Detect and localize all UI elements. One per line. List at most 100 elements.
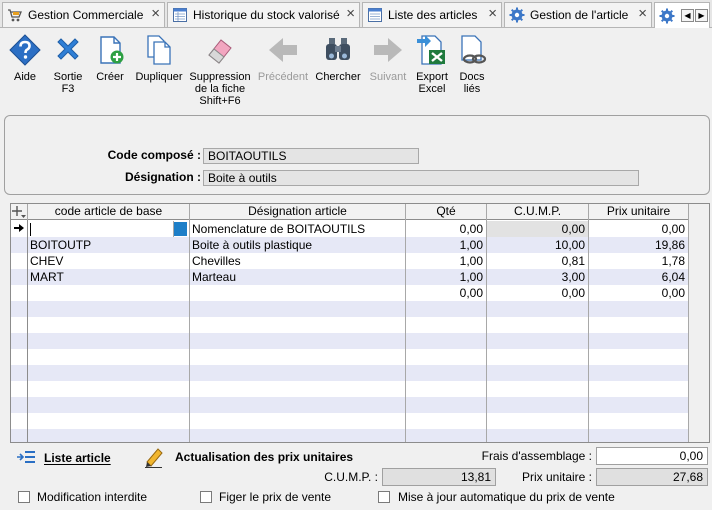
grid-header: code article de base Désignation article… (11, 204, 709, 220)
empty-row[interactable] (11, 317, 709, 333)
modification-interdite-checkbox[interactable] (18, 491, 30, 503)
empty-row[interactable] (11, 301, 709, 317)
tab-scroll-left-icon[interactable]: ◀ (681, 9, 694, 22)
cell-prix[interactable]: 1,78 (589, 253, 689, 269)
cell-prix[interactable]: 0,00 (589, 285, 689, 301)
duplicate-icon (147, 35, 171, 65)
maj-auto-prix-checkbox[interactable] (378, 491, 390, 503)
liste-article-link[interactable]: Liste article (44, 451, 111, 465)
empty-row[interactable] (11, 349, 709, 365)
tab-scroll-right-icon[interactable]: ▶ (695, 9, 708, 22)
tab-label: Historique du stock valorisé (193, 8, 340, 22)
cell-code[interactable]: BOITOUTP (28, 237, 190, 253)
figer-prix-checkbox[interactable] (200, 491, 212, 503)
linked-docs-button[interactable]: Docs liés (454, 33, 490, 95)
col-header-qte[interactable]: Qté (406, 204, 487, 220)
tab-liste-articles[interactable]: Liste des articles × (362, 2, 502, 27)
close-icon[interactable]: × (488, 6, 497, 22)
tab-historique-stock[interactable]: Historique du stock valorisé × (167, 2, 360, 27)
cell-designation[interactable]: Chevilles (190, 253, 406, 269)
gear-icon (659, 8, 675, 23)
cell-qte[interactable]: 0,00 (406, 221, 487, 237)
arrow-right-icon (374, 38, 402, 62)
current-row-arrow-icon (14, 224, 24, 232)
cell-cump[interactable]: 3,00 (487, 269, 589, 285)
cell-code[interactable]: MART (28, 269, 190, 285)
tab-gestion-article[interactable]: Gestion de l'article × (504, 2, 652, 27)
close-icon[interactable]: × (151, 6, 160, 22)
previous-button[interactable]: Précédent (256, 33, 310, 83)
tab-label: Gestion de l'article (530, 8, 629, 22)
cell-cump[interactable]: 10,00 (487, 237, 589, 253)
cump-total-field: 13,81 (382, 468, 496, 486)
grid-options-cell[interactable] (11, 204, 28, 220)
cell-cump[interactable]: 0,81 (487, 253, 589, 269)
cell-qte[interactable]: 1,00 (406, 237, 487, 253)
empty-row[interactable] (11, 397, 709, 413)
designation-field[interactable]: Boite à outils (203, 170, 639, 186)
pencil-icon[interactable] (144, 446, 164, 468)
empty-row[interactable] (11, 365, 709, 381)
cell-code[interactable] (28, 221, 174, 237)
column-divider (486, 220, 487, 442)
binoculars-icon (326, 38, 350, 60)
cell-designation[interactable] (190, 285, 406, 301)
tab-label: Liste des articles (388, 8, 478, 22)
col-header-prix[interactable]: Prix unitaire (589, 204, 689, 220)
figer-prix-label: Figer le prix de vente (219, 490, 332, 504)
list-icon[interactable] (16, 450, 36, 464)
cell-designation[interactable]: Boite à outils plastique (190, 237, 406, 253)
table-row[interactable]: Nomenclature de BOITAOUTILS 0,00 0,00 0,… (11, 221, 709, 237)
actualisation-prix-button[interactable]: Actualisation des prix unitaires (175, 450, 353, 464)
tab-label: Gestion Commerciale (28, 8, 144, 22)
table-row[interactable]: BOITOUTP Boite à outils plastique 1,00 1… (11, 237, 709, 253)
cell-qte[interactable]: 1,00 (406, 253, 487, 269)
cell-lookup-button[interactable] (174, 222, 187, 236)
cell-code[interactable]: CHEV (28, 253, 190, 269)
close-icon[interactable]: × (638, 6, 647, 22)
cell-prix[interactable]: 19,86 (589, 237, 689, 253)
close-icon[interactable]: × (346, 6, 355, 22)
column-divider (27, 220, 28, 442)
cell-cump[interactable]: 0,00 (487, 285, 589, 301)
col-header-code[interactable]: code article de base (28, 204, 190, 220)
empty-row[interactable] (11, 413, 709, 429)
cell-cump[interactable]: 0,00 (487, 221, 589, 237)
cell-prix[interactable]: 0,00 (589, 221, 689, 237)
close-x-icon (57, 38, 79, 60)
code-compose-field[interactable]: BOITAOUTILS (203, 148, 419, 164)
help-button[interactable]: Aide (4, 33, 46, 83)
next-button[interactable]: Suivant (366, 33, 410, 83)
maj-auto-prix-label: Mise à jour automatique du prix de vente (398, 490, 615, 504)
exit-button[interactable]: Sortie F3 (48, 33, 88, 95)
cell-code[interactable] (28, 285, 190, 301)
cell-prix[interactable]: 6,04 (589, 269, 689, 285)
empty-row[interactable] (11, 381, 709, 397)
table-row[interactable]: 0,00 0,00 0,00 (11, 285, 709, 301)
row-indicator (11, 253, 28, 269)
cell-qte[interactable]: 1,00 (406, 269, 487, 285)
cell-qte[interactable]: 0,00 (406, 285, 487, 301)
search-button[interactable]: Chercher (313, 33, 363, 83)
grid-scrollbar-area[interactable] (689, 204, 709, 442)
empty-row[interactable] (11, 333, 709, 349)
cell-designation[interactable]: Marteau (190, 269, 406, 285)
code-compose-label: Code composé : (107, 148, 201, 162)
cell-designation[interactable]: Nomenclature de BOITAOUTILS (190, 221, 406, 237)
table-row[interactable]: MART Marteau 1,00 3,00 6,04 (11, 269, 709, 285)
row-indicator (11, 221, 28, 237)
table-row[interactable]: CHEV Chevilles 1,00 0,81 1,78 (11, 253, 709, 269)
col-header-designation[interactable]: Désignation article (190, 204, 406, 220)
delete-record-button[interactable]: Suppression de la fiche Shift+F6 (187, 33, 253, 107)
grid-document-icon (173, 8, 187, 22)
create-button[interactable]: Créer (90, 33, 130, 83)
export-excel-button[interactable]: Export Excel (412, 33, 452, 95)
duplicate-button[interactable]: Dupliquer (133, 33, 185, 83)
row-indicator (11, 237, 28, 253)
frais-assemblage-field[interactable]: 0,00 (596, 447, 708, 465)
col-header-cump[interactable]: C.U.M.P. (487, 204, 589, 220)
empty-row[interactable] (11, 429, 709, 442)
tab-gestion-commerciale[interactable]: Gestion Commerciale × (2, 2, 165, 27)
crosshair-dropdown-icon (12, 206, 26, 218)
row-indicator (11, 269, 28, 285)
